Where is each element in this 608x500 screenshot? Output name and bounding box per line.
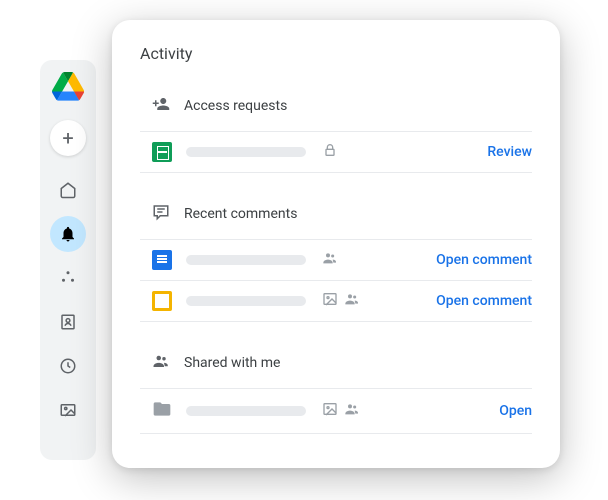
section-label: Recent comments: [184, 206, 297, 222]
sheets-file-icon: [152, 142, 172, 162]
comment-row[interactable]: Open comment: [140, 239, 532, 280]
nav-activity[interactable]: [50, 216, 86, 252]
slides-file-icon: [152, 291, 172, 311]
nav-home[interactable]: [50, 172, 86, 208]
file-name-placeholder: [186, 296, 306, 306]
image-icon: [322, 291, 338, 311]
sidebar-rail: +: [40, 60, 96, 460]
add-button[interactable]: +: [50, 120, 86, 156]
image-icon: [322, 401, 338, 421]
panel-title: Activity: [140, 44, 532, 63]
nav-shared-drives[interactable]: [50, 260, 86, 296]
file-name-placeholder: [186, 147, 306, 157]
open-action[interactable]: Open: [499, 403, 532, 419]
people-icon: [344, 401, 360, 421]
nav-contacts[interactable]: [50, 304, 86, 340]
section-header: Access requests: [140, 87, 532, 131]
people-icon: [344, 291, 360, 311]
section-shared-with-me: Shared with me Open: [140, 344, 532, 434]
section-recent-comments: Recent comments Open comment: [140, 195, 532, 322]
section-label: Shared with me: [184, 355, 280, 371]
section-header: Shared with me: [140, 344, 532, 388]
drive-logo: [52, 72, 84, 104]
open-comment-action[interactable]: Open comment: [436, 293, 532, 309]
section-access-requests: Access requests Review: [140, 87, 532, 173]
shared-row[interactable]: Open: [140, 388, 532, 434]
comment-row[interactable]: Open comment: [140, 280, 532, 322]
file-name-placeholder: [186, 255, 306, 265]
docs-file-icon: [152, 250, 172, 270]
review-action[interactable]: Review: [487, 144, 532, 160]
nav-recent[interactable]: [50, 348, 86, 384]
nav-photos[interactable]: [50, 392, 86, 428]
section-header: Recent comments: [140, 195, 532, 239]
folder-icon: [152, 399, 172, 423]
open-comment-action[interactable]: Open comment: [436, 252, 532, 268]
comment-icon: [152, 203, 170, 225]
access-request-row[interactable]: Review: [140, 131, 532, 173]
section-label: Access requests: [184, 98, 287, 114]
activity-panel: Activity Access requests Review Recen: [112, 20, 560, 468]
people-icon: [322, 250, 338, 270]
file-name-placeholder: [186, 406, 306, 416]
lock-icon: [322, 142, 338, 162]
people-icon: [152, 352, 170, 374]
person-add-icon: [152, 95, 170, 117]
